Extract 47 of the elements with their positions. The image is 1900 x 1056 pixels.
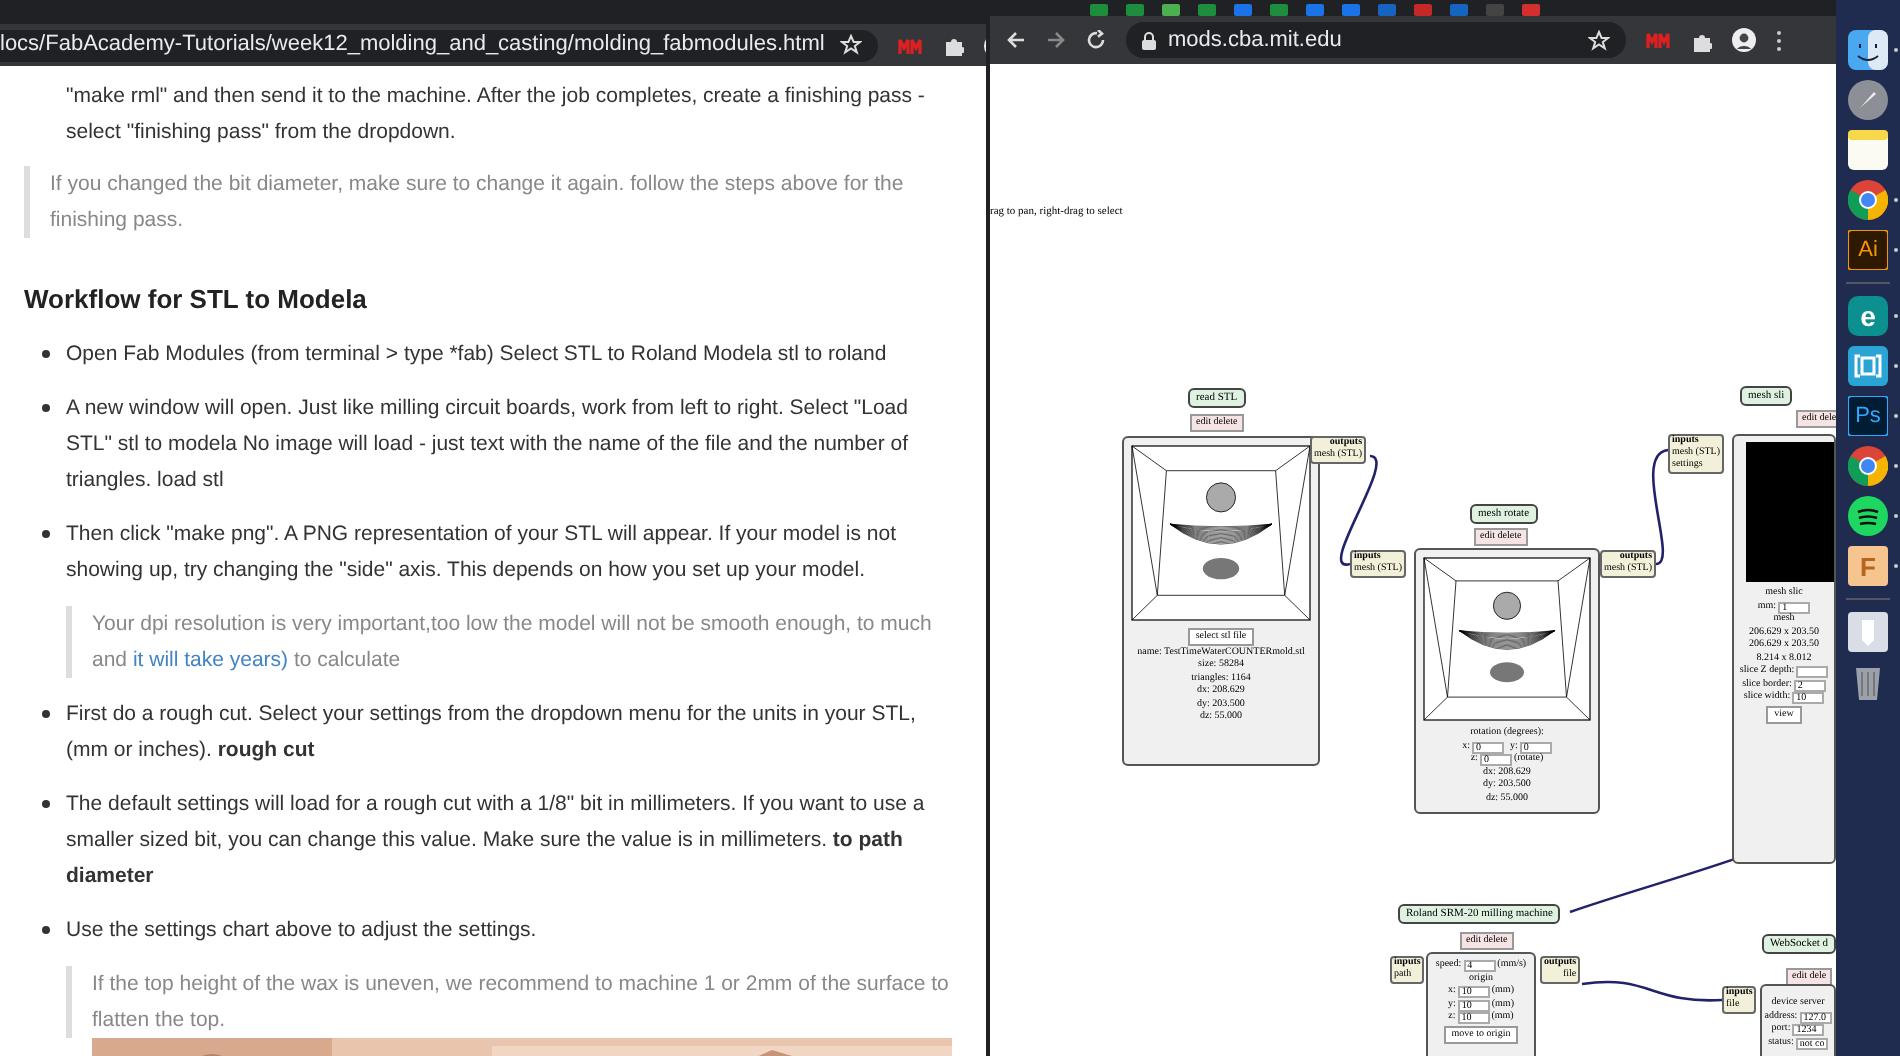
preview-area	[1746, 442, 1834, 582]
avatar-icon[interactable]	[1732, 28, 1756, 52]
extension-icon[interactable]	[1646, 30, 1670, 50]
finder-app-icon[interactable]	[1848, 30, 1888, 70]
e-app-icon[interactable]: e	[1848, 296, 1888, 336]
ps-app-icon[interactable]: Ps	[1848, 396, 1888, 436]
note: If you changed the bit diameter, make sure to change it again. follow the steps above for the finishing pass.	[24, 166, 956, 238]
bullet-icon	[42, 350, 50, 358]
menu-icon[interactable]	[1776, 29, 1782, 51]
bullet-icon	[42, 926, 50, 934]
bullet-icon	[42, 404, 50, 412]
list-item-text: The default settings will load for a rough cut with a 1/8" bit in millimeters. If you want to use a smaller sized bit, you can change this value. Make sure the value is in millimeters. to path diameter	[66, 790, 927, 892]
address-bar[interactable]: mods.cba.mit.edu	[1126, 22, 1626, 58]
list-item-text: A new window will open. Just like milling circuit boards, work from left to right. Select "Load STL" stl to modela No image will load - just text with the name of the file and the number of triangles. load stl	[66, 394, 911, 496]
lock-icon[interactable]	[1142, 31, 1156, 49]
reload-icon[interactable]	[1086, 30, 1106, 50]
spotify-app-icon[interactable]	[1848, 496, 1888, 536]
notes-app-icon[interactable]	[1848, 130, 1888, 170]
puzzle-icon[interactable]	[1690, 29, 1712, 51]
wire	[1339, 454, 1378, 566]
bullet-icon	[42, 530, 50, 538]
star-icon[interactable]	[840, 34, 863, 56]
list-item-text: Use the settings chart above to adjust the settings.	[66, 916, 539, 946]
rocket-app-icon[interactable]	[1848, 80, 1888, 120]
ai-app-icon[interactable]: Ai	[1848, 230, 1888, 270]
extension-icon[interactable]	[898, 35, 923, 55]
section-heading: Workflow for STL to Modela	[24, 282, 369, 318]
url-text: mods.cba.mit.edu	[1168, 25, 1344, 56]
list-item-text: Open Fab Modules (from terminal > type *fab) Select STL to Roland Modela stl to roland	[66, 340, 889, 370]
list-item-text: First do a rough cut. Select your settings from the dropdown menu for the units in your STL, (mm or inches). rough cut	[66, 700, 918, 766]
quote: Your dpi resolution is very important,too low the model will not be smooth enough, to much and it will take years) to calculate	[66, 606, 956, 678]
chrome-app-icon[interactable]	[1848, 180, 1888, 220]
link[interactable]: it will take years)	[132, 648, 289, 672]
input-field[interactable]	[1796, 666, 1829, 678]
bullet-icon	[42, 710, 50, 718]
puzzle-icon[interactable]	[942, 34, 965, 56]
forward-icon[interactable]	[1046, 30, 1066, 50]
bullet-icon	[42, 800, 50, 808]
downloads-app-icon[interactable]	[1848, 612, 1888, 652]
star-icon[interactable]	[1588, 29, 1610, 51]
wire	[1581, 980, 1723, 1002]
chrome-app-icon[interactable]	[1848, 446, 1888, 486]
wire	[1652, 448, 1669, 566]
bracket-app-icon[interactable]	[1848, 346, 1888, 386]
back-icon[interactable]	[1006, 30, 1026, 50]
list-item-text: Then click "make png". A PNG representation of your STL will appear. If your model is not showing up, try changing the "side" axis. This depends on how you set up your model.	[66, 520, 899, 586]
paragraph: "make rml" and then send it to the machine. After the job completes, create a finishing pass - select "finishing pass" from the dropdown.	[64, 82, 927, 148]
